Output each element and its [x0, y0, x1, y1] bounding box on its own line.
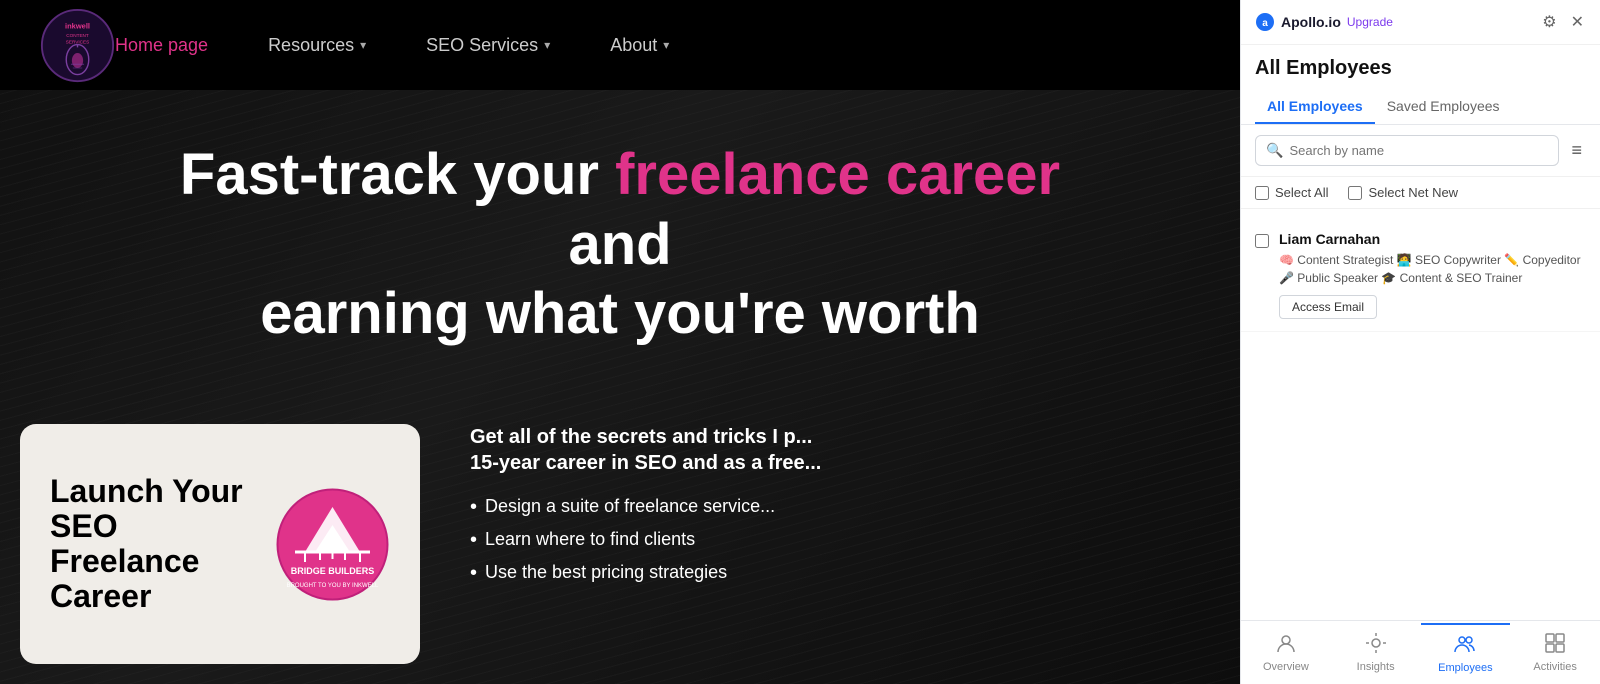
employees-label: Employees: [1438, 662, 1492, 674]
apollo-brand: a Apollo.io Upgrade: [1255, 12, 1393, 32]
overview-label: Overview: [1263, 661, 1309, 673]
select-all-checkbox[interactable]: [1255, 186, 1269, 200]
overview-icon: [1275, 632, 1297, 658]
apollo-logo-text: Apollo.io: [1281, 14, 1341, 30]
apollo-search-box: 🔍: [1255, 135, 1559, 166]
employees-icon: [1454, 633, 1476, 659]
employee-checkbox[interactable]: [1255, 234, 1269, 248]
employee-actions: Access Email: [1279, 295, 1586, 319]
select-all-label[interactable]: Select All: [1255, 185, 1328, 200]
employee-name: Liam Carnahan: [1279, 231, 1586, 247]
close-button[interactable]: ✕: [1569, 10, 1586, 34]
apollo-panel-header: a Apollo.io Upgrade ⚙ ✕: [1241, 0, 1600, 45]
hero-title-container: Fast-track your freelance career and ear…: [0, 140, 1240, 349]
apollo-bottom-nav: Overview Insights: [1241, 620, 1600, 684]
filter-button[interactable]: ≡: [1567, 136, 1586, 165]
hero-title: Fast-track your freelance career and ear…: [170, 140, 1070, 349]
svg-text:a: a: [1262, 18, 1268, 29]
nav-home[interactable]: Home page: [115, 35, 208, 56]
launch-card-text: Launch Your SEO Freelance Career: [50, 474, 275, 615]
apollo-search-area: 🔍 ≡: [1241, 125, 1600, 177]
hero-bottom: Launch Your SEO Freelance Career: [0, 404, 1240, 684]
hero-subtitle: Get all of the secrets and tricks I p...…: [470, 424, 1210, 476]
nav-employees[interactable]: Employees: [1421, 623, 1511, 682]
svg-text:inkwell: inkwell: [65, 21, 90, 30]
website-background: inkwell CONTENT SERVICES Home page Resou…: [0, 0, 1240, 684]
filter-lines-icon: ≡: [1571, 140, 1582, 160]
nav-insights[interactable]: Insights: [1331, 624, 1421, 681]
bullet-item: Design a suite of freelance service...: [470, 496, 1210, 519]
insights-icon: [1365, 632, 1387, 658]
nav-overview[interactable]: Overview: [1241, 624, 1331, 681]
apollo-panel: a Apollo.io Upgrade ⚙ ✕ All Employees Al…: [1240, 0, 1600, 684]
nav-seo-services[interactable]: SEO Services ▾: [426, 35, 550, 56]
apollo-upgrade-link[interactable]: Upgrade: [1347, 15, 1393, 29]
bullet-list: Design a suite of freelance service... L…: [470, 496, 1210, 585]
nav-about[interactable]: About ▾: [610, 35, 669, 56]
website-nav: inkwell CONTENT SERVICES Home page Resou…: [0, 0, 1240, 90]
tab-all-employees[interactable]: All Employees: [1255, 90, 1375, 124]
tab-saved-employees[interactable]: Saved Employees: [1375, 90, 1512, 124]
about-arrow-icon: ▾: [663, 38, 669, 52]
select-net-new-label[interactable]: Select Net New: [1348, 185, 1458, 200]
nav-activities[interactable]: Activities: [1510, 624, 1600, 681]
apollo-header-icons: ⚙ ✕: [1540, 10, 1586, 34]
select-net-new-checkbox[interactable]: [1348, 186, 1362, 200]
nav-resources[interactable]: Resources ▾: [268, 35, 366, 56]
nav-links: Home page Resources ▾ SEO Services ▾ Abo…: [115, 35, 669, 56]
resources-arrow-icon: ▾: [360, 38, 366, 52]
bridge-builders-badge: BRIDGE BUILDERS BROUGHT TO YOU BY INKWEL…: [275, 487, 390, 602]
activities-icon: [1544, 632, 1566, 658]
bullet-item: Learn where to find clients: [470, 529, 1210, 552]
seo-arrow-icon: ▾: [544, 38, 550, 52]
search-icon: 🔍: [1266, 142, 1283, 159]
activities-label: Activities: [1533, 661, 1576, 673]
employee-info: Liam Carnahan 🧠 Content Strategist 🧑‍💻 S…: [1279, 231, 1586, 319]
bullet-item: Use the best pricing strategies: [470, 562, 1210, 585]
employee-list: Liam Carnahan 🧠 Content Strategist 🧑‍💻 S…: [1241, 209, 1600, 620]
apollo-tabs: All Employees Saved Employees: [1241, 90, 1600, 125]
apollo-title-area: All Employees: [1241, 45, 1600, 90]
select-row: Select All Select Net New: [1241, 177, 1600, 209]
apollo-panel-title: All Employees: [1255, 57, 1586, 80]
employee-roles: 🧠 Content Strategist 🧑‍💻 SEO Copywriter …: [1279, 251, 1586, 287]
svg-text:BRIDGE BUILDERS: BRIDGE BUILDERS: [291, 566, 375, 576]
apollo-logo-icon: a: [1255, 12, 1275, 32]
employee-item: Liam Carnahan 🧠 Content Strategist 🧑‍💻 S…: [1241, 219, 1600, 332]
launch-card: Launch Your SEO Freelance Career: [20, 424, 420, 664]
access-email-button[interactable]: Access Email: [1279, 295, 1377, 319]
insights-label: Insights: [1357, 661, 1395, 673]
svg-text:CONTENT: CONTENT: [66, 33, 89, 38]
svg-text:BROUGHT TO YOU BY INKWELL: BROUGHT TO YOU BY INKWELL: [287, 583, 379, 589]
inkwell-logo: inkwell CONTENT SERVICES: [40, 8, 115, 83]
settings-button[interactable]: ⚙: [1540, 10, 1558, 34]
hero-bullets: Get all of the secrets and tricks I p...…: [440, 404, 1240, 684]
hero-section: Fast-track your freelance career and ear…: [0, 90, 1240, 684]
search-input[interactable]: [1289, 143, 1548, 158]
